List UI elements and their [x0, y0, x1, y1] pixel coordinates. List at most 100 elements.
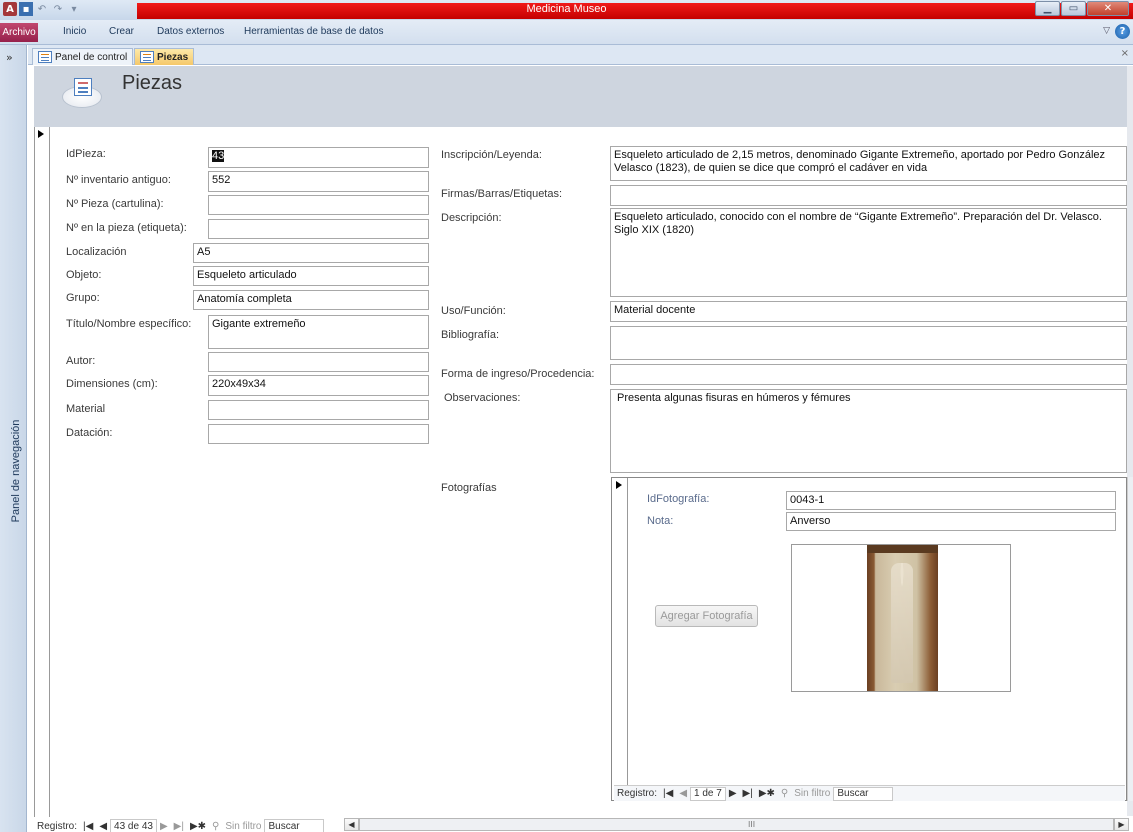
filter-status[interactable]: Sin filtro — [791, 786, 833, 801]
minimize-button[interactable]: ▁ — [1035, 1, 1060, 16]
observaciones-field[interactable]: Presenta algunas fisuras en húmeros y fé… — [610, 389, 1127, 473]
new-record-icon[interactable]: ▶✱ — [756, 786, 778, 801]
record-nav-prefix: Registro: — [37, 820, 78, 832]
photo-frame[interactable] — [791, 544, 1011, 692]
inventario-field[interactable]: 552 — [208, 171, 429, 192]
datacion-field[interactable] — [208, 424, 429, 444]
first-record-icon[interactable]: |◀ — [80, 819, 96, 832]
expand-nav-icon[interactable]: » — [6, 51, 13, 64]
filter-icon[interactable]: ⚲ — [778, 786, 791, 801]
field-label: Observaciones: — [444, 392, 521, 404]
form-icon — [140, 51, 154, 63]
current-record-icon — [38, 130, 44, 138]
autor-field[interactable] — [208, 352, 429, 372]
field-label: Autor: — [66, 355, 96, 367]
navigation-pane[interactable]: » Panel de navegación — [0, 45, 27, 832]
current-record-icon — [616, 481, 622, 489]
tab-herramientas[interactable]: Herramientas de base de datos — [244, 26, 384, 37]
nav-pane-label: Panel de navegación — [10, 419, 22, 523]
document-tabs: Panel de control Piezas × — [28, 45, 1133, 65]
tab-piezas[interactable]: Piezas — [134, 48, 195, 65]
window-controls: ▁ ▭ ✕ — [1035, 1, 1129, 16]
close-doc-icon[interactable]: × — [1121, 48, 1129, 59]
add-photo-button[interactable]: Agregar Fotografía — [655, 605, 758, 627]
doc-tab-label: Piezas — [157, 51, 189, 63]
tab-datos-externos[interactable]: Datos externos — [157, 26, 224, 37]
firmas-field[interactable] — [610, 185, 1127, 206]
doc-tab-label: Panel de control — [55, 51, 128, 63]
main-record-nav: Registro: |◀ ◀ 43 de 43 ▶ ▶| ▶✱ ⚲ Sin fi… — [34, 818, 344, 832]
record-counter[interactable]: 43 de 43 — [110, 819, 157, 832]
field-label: Objeto: — [66, 269, 102, 281]
field-label: Forma de ingreso/Procedencia: — [441, 368, 595, 380]
ribbon-tabs: Archivo Inicio Crear Datos externos Herr… — [0, 20, 1133, 45]
inscripcion-field[interactable]: Esqueleto articulado de 2,15 metros, den… — [610, 146, 1127, 181]
record-nav-prefix: Registro: — [617, 788, 658, 799]
help-icon[interactable]: ? — [1115, 24, 1130, 39]
filter-icon[interactable]: ⚲ — [209, 819, 222, 832]
tab-panel-de-control[interactable]: Panel de control — [32, 48, 134, 65]
procedencia-field[interactable] — [610, 364, 1127, 385]
subform-vertical-scrollbar[interactable] — [1127, 477, 1133, 801]
field-label: Título/Nombre específico: — [66, 318, 192, 330]
field-label: Bibliografía: — [441, 329, 500, 341]
title-bar: A ▪ ↶ ↷ ▾ Medicina Museo ▁ ▭ ✕ — [0, 0, 1133, 20]
search-input[interactable]: Buscar — [833, 786, 894, 801]
pieza-etiqueta-field[interactable] — [208, 219, 429, 239]
horizontal-scrollbar[interactable]: III — [359, 818, 1114, 831]
field-label: Nº inventario antiguo: — [66, 174, 171, 186]
localizacion-field[interactable]: A5 — [193, 243, 429, 263]
objeto-field[interactable]: Esqueleto articulado — [193, 266, 429, 286]
record-counter[interactable]: 1 de 7 — [690, 786, 726, 801]
close-button[interactable]: ✕ — [1087, 1, 1129, 16]
nota-label: Nota: — [647, 515, 674, 527]
scroll-grip[interactable]: III — [748, 820, 755, 829]
subform-record-nav: Registro: |◀ ◀ 1 de 7 ▶ ▶| ▶✱ ⚲ Sin filt… — [614, 785, 1125, 801]
subform-record-selector[interactable] — [612, 478, 628, 800]
idfotografia-label: IdFotografía: — [647, 493, 710, 505]
field-label: Localización — [66, 246, 127, 258]
idfotografia-field[interactable]: 0043-1 — [786, 491, 1116, 510]
file-tab[interactable]: Archivo — [0, 23, 38, 42]
form-icon — [38, 51, 52, 63]
bibliografia-field[interactable] — [610, 326, 1127, 360]
field-label: IdPieza: — [66, 148, 106, 160]
field-label: Inscripción/Leyenda: — [441, 149, 542, 161]
titulo-field[interactable]: Gigante extremeño — [208, 315, 429, 349]
first-record-icon[interactable]: |◀ — [660, 786, 676, 801]
record-selector[interactable] — [34, 127, 50, 817]
field-label: Nº Pieza (cartulina): — [66, 198, 164, 210]
form-header-icon — [62, 76, 104, 108]
skeleton-photo — [867, 545, 938, 691]
minimize-ribbon-icon[interactable]: ▽ — [1103, 26, 1110, 36]
prev-record-icon[interactable]: ◀ — [676, 786, 690, 801]
filter-status[interactable]: Sin filtro — [222, 819, 264, 832]
tab-inicio[interactable]: Inicio — [63, 26, 86, 37]
search-input[interactable]: Buscar — [264, 819, 325, 832]
next-record-icon[interactable]: ▶ — [157, 819, 171, 832]
idpieza-field[interactable]: 43 — [208, 147, 429, 168]
maximize-button[interactable]: ▭ — [1061, 1, 1086, 16]
form-title: Piezas — [122, 72, 183, 94]
scroll-left-button[interactable]: ◀ — [344, 818, 359, 831]
field-label: Nº en la pieza (etiqueta): — [66, 222, 187, 234]
field-label: Descripción: — [441, 212, 502, 224]
pieza-cartulina-field[interactable] — [208, 195, 429, 215]
next-record-icon[interactable]: ▶ — [726, 786, 740, 801]
tab-crear[interactable]: Crear — [109, 26, 134, 37]
last-record-icon[interactable]: ▶| — [171, 819, 187, 832]
prev-record-icon[interactable]: ◀ — [96, 819, 110, 832]
new-record-icon[interactable]: ▶✱ — [187, 819, 209, 832]
field-label: Grupo: — [66, 292, 100, 304]
field-label: Material — [66, 403, 106, 415]
fotografias-label: Fotografías — [441, 482, 497, 494]
dimensiones-field[interactable]: 220x49x34 — [208, 375, 429, 396]
material-field[interactable] — [208, 400, 429, 420]
scroll-right-button[interactable]: ▶ — [1114, 818, 1129, 831]
field-label: Firmas/Barras/Etiquetas: — [441, 188, 563, 200]
grupo-field[interactable]: Anatomía completa — [193, 290, 429, 310]
uso-field[interactable]: Material docente — [610, 301, 1127, 322]
nota-field[interactable]: Anverso — [786, 512, 1116, 531]
last-record-icon[interactable]: ▶| — [740, 786, 756, 801]
descripcion-field[interactable]: Esqueleto articulado, conocido con el no… — [610, 208, 1127, 297]
